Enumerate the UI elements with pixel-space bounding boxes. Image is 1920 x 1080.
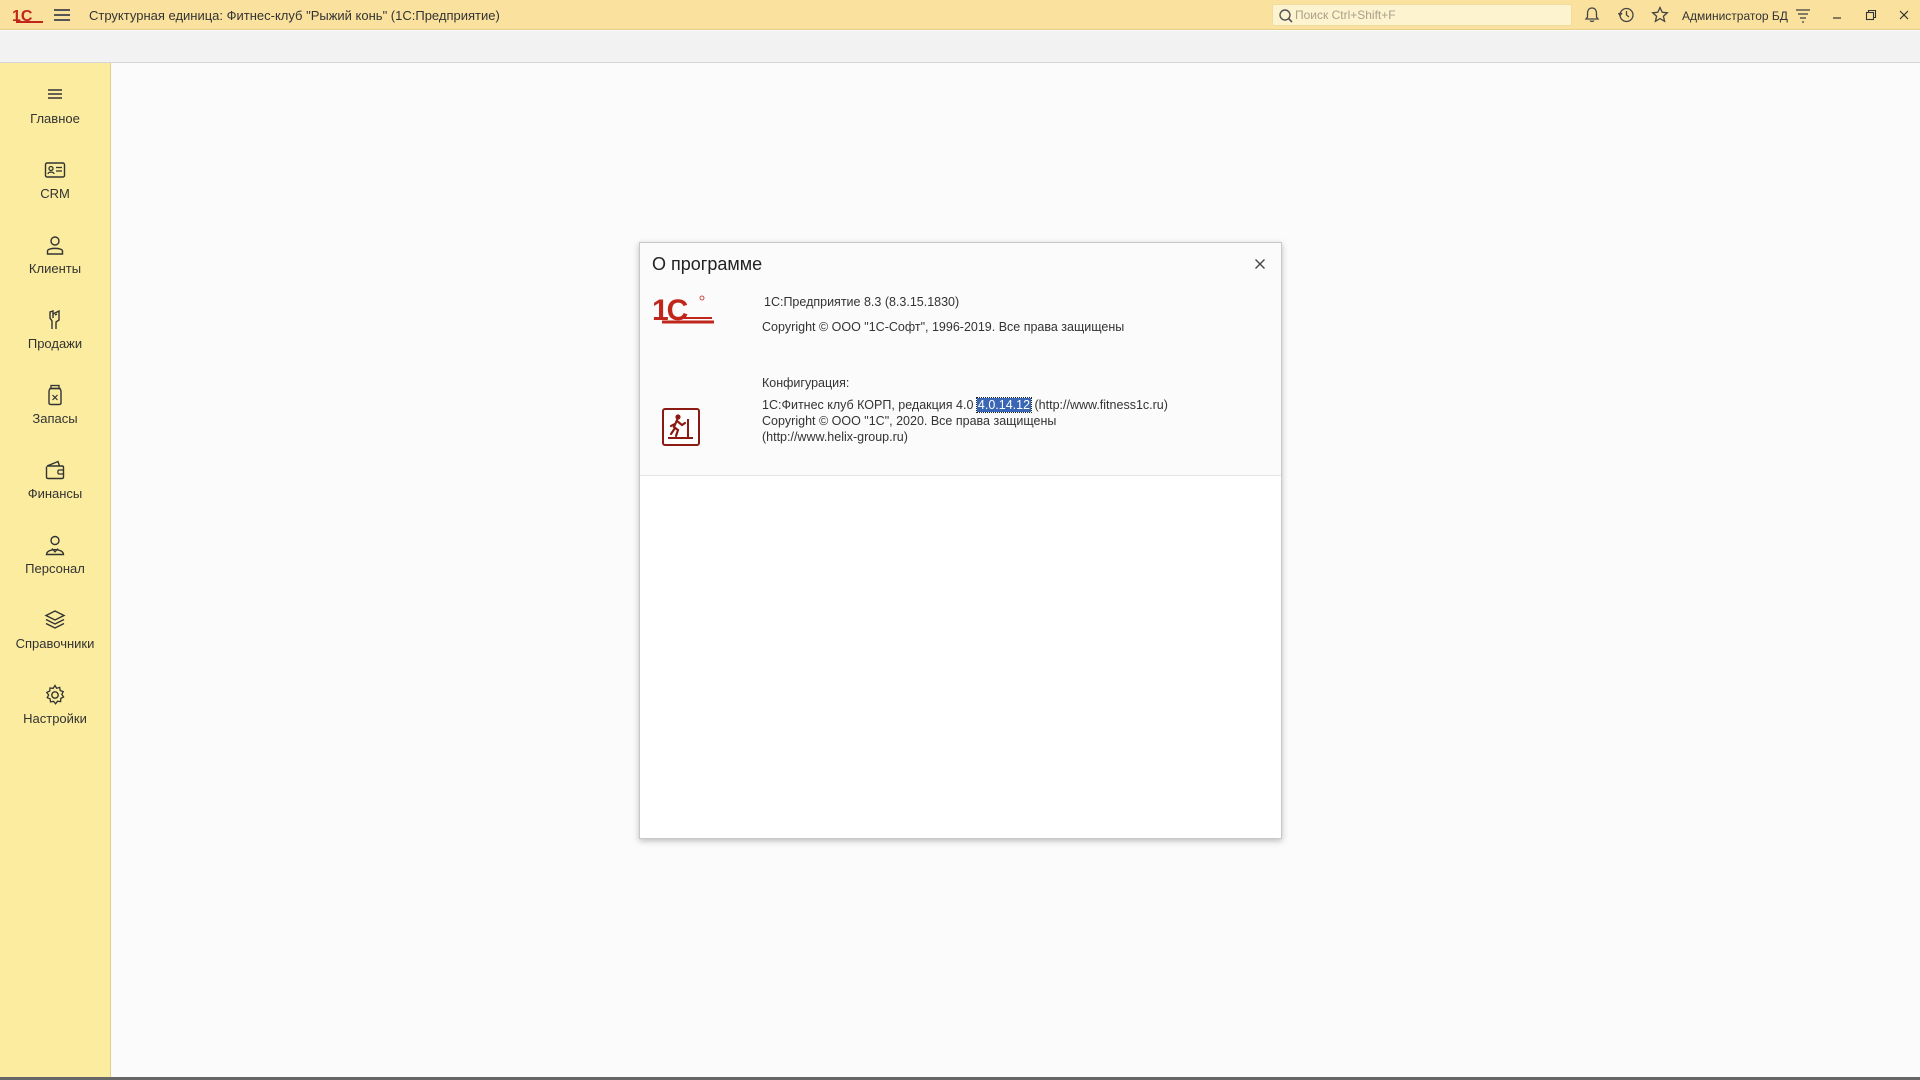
toolbar-strip [0, 31, 1920, 63]
sidebar-item-label: Запасы [32, 411, 78, 426]
sidebar-item-sales[interactable]: Продажи [0, 298, 110, 368]
star-icon[interactable] [1650, 5, 1670, 25]
staff-icon [45, 535, 65, 556]
sidebar-item-label: Клиенты [28, 261, 82, 276]
restore-icon [1865, 9, 1877, 21]
close-window-button[interactable] [1893, 5, 1915, 25]
about-dialog: О программе 1С 1С:Предприятие 8.3 (8.3.1… [639, 242, 1282, 839]
platform-copyright: Copyright © ООО "1С-Софт", 1996-2019. Вс… [762, 320, 1125, 334]
sidebar-item-label: Персонал [25, 561, 85, 576]
menu-lines-icon [48, 89, 62, 99]
search-input[interactable] [1295, 6, 1565, 24]
settings-menu-icon[interactable] [1793, 5, 1813, 25]
minimize-icon [1833, 17, 1841, 19]
dialog-info-panel: О программе 1С 1С:Предприятие 8.3 (8.3.1… [640, 243, 1281, 476]
restore-button[interactable] [1860, 5, 1882, 25]
sidebar-item-settings[interactable]: Настройки [0, 673, 110, 743]
minimize-button[interactable] [1826, 5, 1848, 25]
current-user[interactable]: Администратор БД [1682, 9, 1788, 23]
sidebar-item-label: Настройки [23, 711, 87, 726]
config-line: 1С:Фитнес клуб КОРП, редакция 4.0 4.0.14… [762, 397, 1168, 413]
sidebar-item-label: Главное [30, 111, 80, 126]
jar-icon [48, 384, 62, 406]
config-version[interactable]: 4.0.14.12 [975, 397, 1033, 413]
dialog-title: О программе [652, 254, 763, 274]
sidebar-item-stock[interactable]: Запасы [0, 373, 110, 443]
treadmill-icon [662, 408, 700, 446]
sections-panel: Главное CRM Клиенты Продажи Запасы Финан… [0, 63, 111, 1080]
sidebar-item-main[interactable]: Главное [0, 73, 110, 143]
gear-icon [45, 684, 65, 705]
hand-payment-icon [49, 309, 60, 329]
main-menu-icon[interactable] [52, 6, 72, 24]
search-box[interactable] [1272, 4, 1572, 26]
bell-icon[interactable] [1582, 5, 1602, 25]
person-icon [46, 236, 64, 255]
config-label: Конфигурация: [762, 376, 850, 390]
close-icon [1899, 10, 1909, 20]
config-copyright: Copyright © ООО "1С", 2020. Все права за… [762, 414, 1057, 428]
history-icon[interactable] [1616, 5, 1636, 25]
1c-logo-icon[interactable]: 1С [12, 5, 44, 25]
stack-icon [44, 610, 66, 629]
search-icon [1279, 9, 1293, 23]
sidebar-item-catalogs[interactable]: Справочники [0, 598, 110, 668]
sidebar-item-label: CRM [40, 186, 70, 201]
sidebar-item-finance[interactable]: Финансы [0, 448, 110, 518]
config-url-link[interactable]: (http://www.fitness1c.ru) [1035, 398, 1168, 412]
title-bar: 1С Структурная единица: Фитнес-клуб "Рыж… [0, 0, 1920, 30]
close-icon[interactable] [1251, 255, 1269, 273]
id-card-icon [44, 162, 66, 178]
vendor-url-link[interactable]: (http://www.helix-group.ru) [762, 430, 908, 444]
platform-version: 1С:Предприятие 8.3 (8.3.15.1830) [764, 295, 960, 309]
sidebar-item-label: Продажи [27, 336, 83, 351]
wallet-icon [45, 460, 65, 480]
sidebar-item-crm[interactable]: CRM [0, 148, 110, 218]
sidebar-item-label: Финансы [27, 486, 83, 501]
sidebar-item-label: Справочники [15, 636, 95, 651]
1c-logo-icon: 1С [652, 294, 714, 327]
config-name: 1С:Фитнес клуб КОРП, редакция 4.0 [762, 398, 974, 412]
sidebar-item-clients[interactable]: Клиенты [0, 223, 110, 293]
app-title: Структурная единица: Фитнес-клуб "Рыжий … [89, 8, 500, 23]
sidebar-item-staff[interactable]: Персонал [0, 523, 110, 593]
